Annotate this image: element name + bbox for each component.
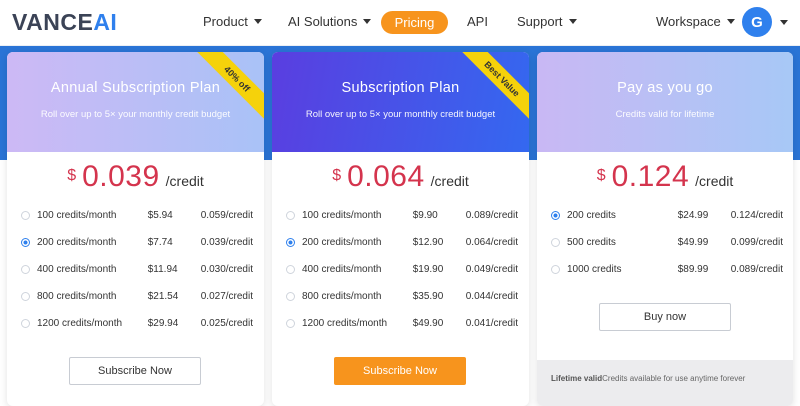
plan-option[interactable]: 100 credits/month $5.94 0.059/credit: [21, 207, 253, 223]
top-navbar: VANCEAI Product AI Solutions Pricing API…: [0, 0, 800, 46]
plan-card-annual: Annual Subscription Plan Roll over up to…: [7, 52, 264, 406]
buy-now-button[interactable]: Buy now: [599, 303, 731, 331]
plan-card-subscription: Subscription Plan Roll over up to 5× you…: [272, 52, 529, 406]
plan-option[interactable]: 200 credits/month $7.74 0.039/credit: [21, 234, 253, 250]
radio-button[interactable]: [551, 264, 560, 274]
nav-support[interactable]: Support: [517, 14, 577, 29]
radio-button[interactable]: [21, 264, 30, 274]
plan-card-pay-as-you-go: Pay as you go Credits valid for lifetime…: [537, 52, 793, 406]
nav-ai-solutions[interactable]: AI Solutions: [288, 14, 372, 29]
radio-button-selected[interactable]: [551, 210, 560, 220]
radio-button[interactable]: [21, 210, 30, 220]
plan-option[interactable]: 400 credits/month $11.94 0.030/credit: [21, 261, 253, 277]
plan-title: Subscription Plan: [341, 80, 460, 96]
plan-subtitle: Roll over up to 5× your monthly credit b…: [40, 109, 231, 120]
vanceai-logo[interactable]: VANCEAI: [12, 9, 117, 36]
plan-price: $0.064/credit: [332, 160, 469, 193]
nav-api[interactable]: API: [467, 14, 488, 29]
plan-option[interactable]: 400 credits/month $19.90 0.049/credit: [286, 261, 518, 277]
nav-workspace[interactable]: Workspace: [656, 14, 735, 29]
chevron-down-icon: [253, 19, 262, 24]
chevron-down-icon: [363, 19, 372, 24]
radio-button-selected[interactable]: [21, 237, 30, 247]
radio-button[interactable]: [286, 264, 295, 274]
user-avatar[interactable]: G: [742, 7, 772, 37]
subscribe-now-button[interactable]: Subscribe Now: [69, 357, 201, 385]
subscribe-now-button[interactable]: Subscribe Now: [334, 357, 466, 385]
nav-pricing[interactable]: Pricing: [381, 11, 448, 34]
radio-button[interactable]: [21, 318, 30, 328]
radio-button-selected[interactable]: [286, 237, 295, 247]
radio-button[interactable]: [286, 318, 295, 328]
plan-price: $0.039/credit: [67, 160, 204, 193]
radio-button[interactable]: [286, 210, 295, 220]
plan-price: $0.124/credit: [596, 160, 734, 193]
plan-option[interactable]: 800 credits/month $35.90 0.044/credit: [286, 288, 518, 304]
nav-product[interactable]: Product: [203, 14, 262, 29]
plan-option[interactable]: 200 credits/month $12.90 0.064/credit: [286, 234, 518, 250]
plan-title: Annual Subscription Plan: [50, 80, 221, 96]
plan-option[interactable]: 1200 credits/month $29.94 0.025/credit: [21, 315, 253, 331]
plan-option[interactable]: 1000 credits $89.99 0.089/credit: [551, 261, 783, 277]
plan-option[interactable]: 800 credits/month $21.54 0.027/credit: [21, 288, 253, 304]
plan-subtitle: Roll over up to 5× your monthly credit b…: [305, 109, 496, 120]
plan-subtitle: Credits valid for lifetime: [615, 109, 715, 120]
plan-option[interactable]: 100 credits/month $9.90 0.089/credit: [286, 207, 518, 223]
radio-button[interactable]: [551, 237, 560, 247]
plan-option[interactable]: 200 credits $24.99 0.124/credit: [551, 207, 783, 223]
plan-option[interactable]: 1200 credits/month $49.90 0.041/credit: [286, 315, 518, 331]
chevron-down-icon: [568, 19, 577, 24]
radio-button[interactable]: [21, 291, 30, 301]
avatar-chevron-down-icon[interactable]: [780, 20, 788, 25]
plan-title: Pay as you go: [617, 80, 713, 96]
plan-option[interactable]: 500 credits $49.99 0.099/credit: [551, 234, 783, 250]
lifetime-note: Lifetime validCredits available for use …: [537, 360, 793, 406]
plan-header: Pay as you go Credits valid for lifetime: [537, 52, 793, 152]
radio-button[interactable]: [286, 291, 295, 301]
chevron-down-icon: [726, 19, 735, 24]
